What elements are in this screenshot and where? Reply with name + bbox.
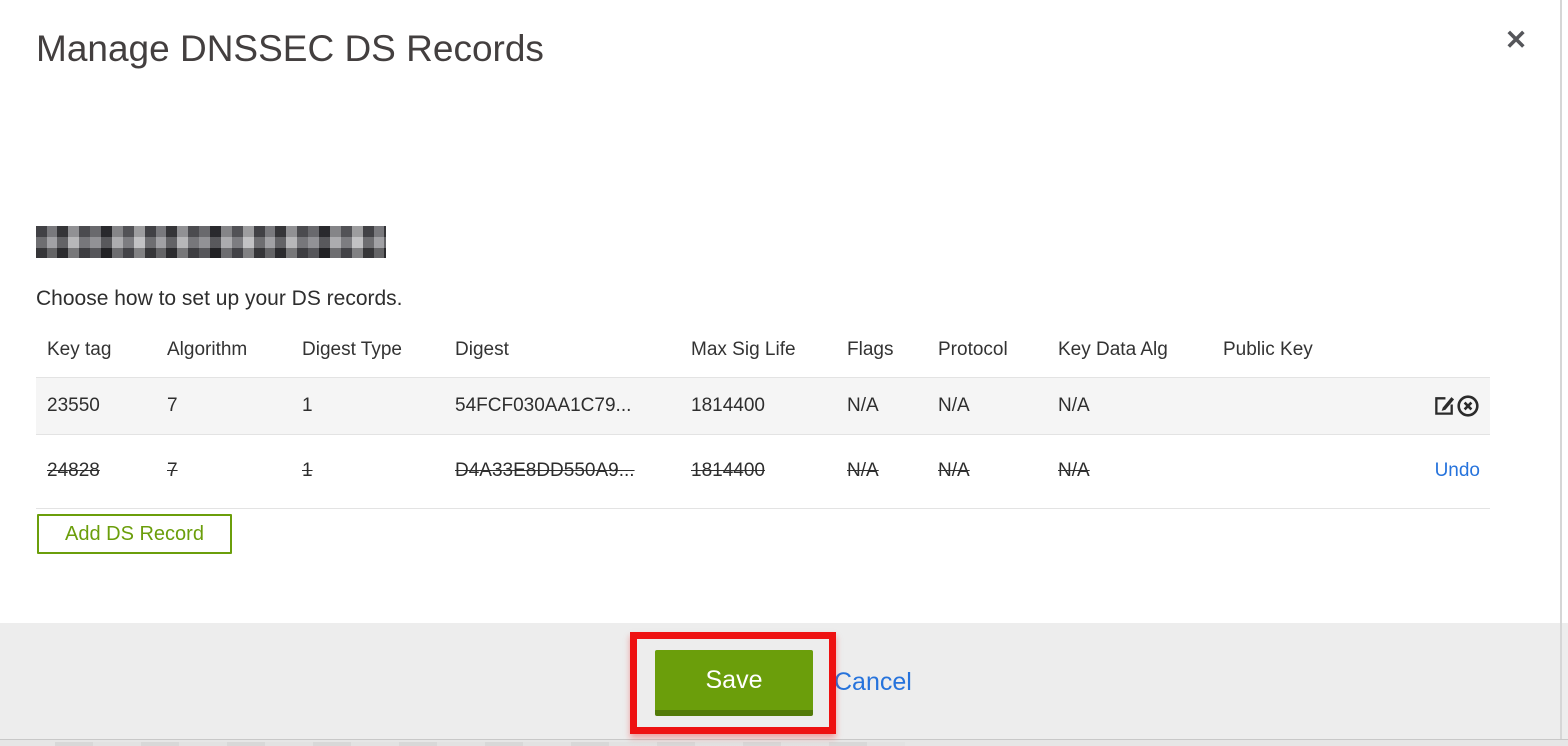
edit-icon <box>1433 397 1456 420</box>
cell-digest: D4A33E8DD550A9... <box>455 460 635 481</box>
column-header-key-tag: Key tag <box>47 338 112 360</box>
cell-digest: 54FCF030AA1C79... <box>455 394 632 416</box>
column-header-protocol: Protocol <box>938 338 1008 360</box>
cell-max-sig-life: 1814400 <box>691 460 765 481</box>
column-header-digest-type: Digest Type <box>302 338 402 360</box>
column-header-actions <box>1324 331 1490 377</box>
column-header-flags: Flags <box>847 338 894 360</box>
column-header-algorithm: Algorithm <box>167 338 248 360</box>
undo-link[interactable]: Undo <box>1435 460 1480 481</box>
cell-digest-type: 1 <box>302 394 313 416</box>
cell-actions: Undo <box>1324 434 1490 508</box>
redacted-domain-name <box>36 226 386 258</box>
cell-public-key <box>1212 377 1324 434</box>
close-button[interactable]: ✕ <box>1496 20 1536 60</box>
column-header-max-sig-life: Max Sig Life <box>691 338 796 360</box>
cell-key-tag: 23550 <box>47 394 100 416</box>
edit-record-button[interactable] <box>1433 394 1456 417</box>
cell-actions <box>1324 377 1490 434</box>
dnssec-dialog: Manage DNSSEC DS Records ✕ Choose how to… <box>0 0 1568 746</box>
dialog-footer: Save Cancel <box>0 623 1568 740</box>
ds-records-table: Key tag Algorithm Digest Type Digest Max… <box>36 331 1490 509</box>
cell-key-data-alg: N/A <box>1058 394 1090 416</box>
ds-record-row-deleted: 24828 7 1 D4A33E8DD550A9... 1814400 N/A … <box>36 434 1490 508</box>
cell-algorithm: 7 <box>167 394 178 416</box>
cell-protocol: N/A <box>938 394 970 416</box>
table-header-row: Key tag Algorithm Digest Type Digest Max… <box>36 331 1490 377</box>
cell-key-data-alg: N/A <box>1058 460 1090 481</box>
cutoff-content-below <box>55 742 905 746</box>
save-button[interactable]: Save <box>655 650 813 716</box>
cell-flags: N/A <box>847 460 879 481</box>
circle-x-icon <box>1456 394 1480 421</box>
cell-key-tag: 24828 <box>47 460 100 481</box>
delete-record-button[interactable] <box>1456 394 1480 418</box>
cancel-link[interactable]: Cancel <box>834 668 912 697</box>
cell-flags: N/A <box>847 394 879 416</box>
column-header-digest: Digest <box>455 338 509 360</box>
dialog-title: Manage DNSSEC DS Records <box>36 28 544 69</box>
close-icon: ✕ <box>1504 25 1528 55</box>
column-header-public-key: Public Key <box>1223 338 1313 360</box>
instruction-text: Choose how to set up your DS records. <box>36 287 403 310</box>
cell-algorithm: 7 <box>167 460 178 481</box>
cell-protocol: N/A <box>938 460 970 481</box>
ds-record-row: 23550 7 1 54FCF030AA1C79... 1814400 N/A … <box>36 377 1490 434</box>
cell-public-key <box>1212 434 1324 508</box>
cell-digest-type: 1 <box>302 460 313 481</box>
add-ds-record-button[interactable]: Add DS Record <box>37 514 232 554</box>
column-header-key-data-alg: Key Data Alg <box>1058 338 1168 360</box>
window-right-border <box>1560 0 1562 740</box>
cell-max-sig-life: 1814400 <box>691 394 765 416</box>
